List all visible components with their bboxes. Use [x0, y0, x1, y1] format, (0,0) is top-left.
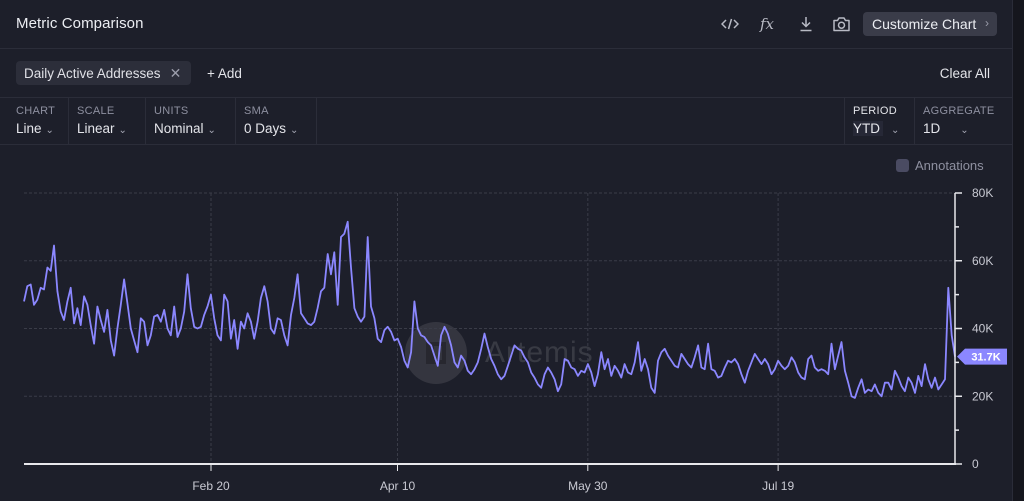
chart-type-value: Line — [16, 121, 42, 136]
line-chart: Feb 20 Apr 10 May 30 Jul 19 0 20K 40K 60K 80K 31.… — [23, 186, 1007, 493]
chevron-down-icon: ⌄ — [207, 125, 216, 136]
chevron-down-icon: ⌄ — [891, 125, 900, 136]
chart-controls: CHART Line ⌄ SCALE Linear ⌄ UNITS Nominal ⌄… — [0, 98, 1012, 145]
chevron-down-icon: ⌄ — [118, 125, 127, 136]
series-line-daily-active-addresses — [23, 220, 956, 399]
sma-label: SMA — [244, 105, 269, 117]
panel-header: Metric Comparison fx Customize Chart › — [0, 0, 1012, 49]
annotations-toggle[interactable]: Annotations — [896, 158, 984, 173]
clear-all-button[interactable]: Clear All — [940, 66, 990, 81]
units-select[interactable]: UNITS Nominal ⌄ — [146, 98, 236, 144]
aggregate-label: AGGREGATE — [923, 105, 995, 117]
y-tick-label: 60K — [972, 254, 993, 268]
x-tick-label: May 30 — [568, 479, 608, 493]
y-tick-label: 0 — [972, 457, 979, 471]
fx-label: fx — [759, 15, 774, 33]
period-value: YTD — [853, 121, 883, 136]
metric-comparison-panel: Metric Comparison fx Customize Chart › D… — [0, 0, 1013, 501]
y-tick-label: 80K — [972, 186, 993, 200]
x-tick-label: Jul 19 — [762, 479, 794, 493]
chevron-right-icon: › — [985, 16, 989, 30]
y-tick-label: 20K — [972, 389, 993, 403]
period-select[interactable]: PERIOD YTD ⌄ — [844, 98, 914, 144]
customize-chart-label: Customize Chart — [872, 16, 977, 32]
page-title: Metric Comparison — [16, 15, 144, 32]
units-label: UNITS — [154, 105, 189, 117]
sma-value: 0 Days — [244, 121, 287, 136]
period-label: PERIOD — [853, 105, 897, 117]
chevron-down-icon: ⌄ — [960, 125, 969, 136]
x-tick-label: Feb 20 — [192, 479, 230, 493]
chart-type-select[interactable]: CHART Line ⌄ — [0, 98, 69, 144]
chart-type-label: CHART — [16, 105, 56, 117]
y-tick-label: 40K — [972, 322, 993, 336]
scale-select[interactable]: SCALE Linear ⌄ — [69, 98, 146, 144]
x-tick-label: Apr 10 — [380, 479, 416, 493]
customize-chart-button[interactable]: Customize Chart › — [863, 12, 997, 36]
metric-chip[interactable]: Daily Active Addresses ✕ — [16, 61, 192, 85]
annotations-checkbox[interactable] — [896, 159, 909, 172]
aggregate-value: 1D — [923, 121, 941, 136]
scale-value: Linear — [77, 121, 115, 136]
metric-chip-label: Daily Active Addresses — [24, 65, 161, 81]
aggregate-select[interactable]: AGGREGATE 1D ⌄ — [914, 98, 1012, 144]
sma-select[interactable]: SMA 0 Days ⌄ — [236, 98, 317, 144]
metrics-row: Daily Active Addresses ✕ + Add Clear All — [0, 48, 1012, 98]
units-value: Nominal — [154, 121, 204, 136]
add-metric-button[interactable]: + Add — [207, 66, 242, 81]
embed-code-icon[interactable] — [718, 12, 742, 36]
formula-fx-icon[interactable]: fx — [755, 12, 779, 36]
last-value-label: 31.7K — [971, 352, 1000, 364]
remove-metric-icon[interactable]: ✕ — [170, 65, 182, 82]
annotations-label: Annotations — [915, 158, 984, 173]
download-icon[interactable] — [794, 12, 818, 36]
chevron-down-icon: ⌄ — [45, 125, 54, 136]
scale-label: SCALE — [77, 105, 115, 117]
chevron-down-icon: ⌄ — [290, 125, 299, 136]
camera-icon[interactable] — [829, 12, 853, 36]
